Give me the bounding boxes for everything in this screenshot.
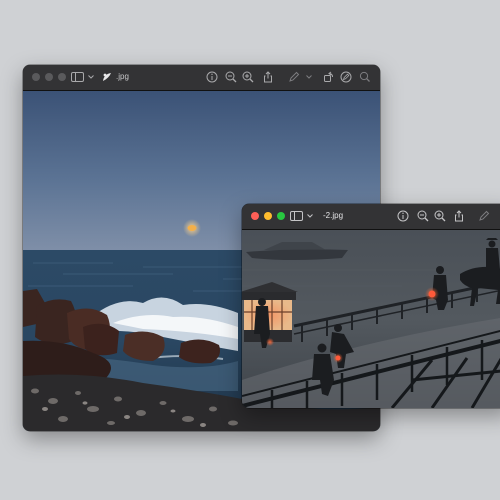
zoom-button[interactable] — [58, 73, 66, 81]
window-controls — [251, 212, 285, 220]
close-button[interactable] — [251, 212, 259, 220]
share-icon[interactable] — [453, 210, 465, 222]
rotate-icon[interactable] — [323, 71, 335, 83]
title-group: -2.jpg — [290, 210, 343, 222]
markup-icon[interactable] — [288, 71, 300, 83]
minimize-button[interactable] — [264, 212, 272, 220]
chevron-down-icon[interactable] — [306, 71, 312, 83]
minimize-button[interactable] — [45, 73, 53, 81]
file-thumbnail-icon — [102, 72, 112, 82]
share-icon[interactable] — [262, 71, 274, 83]
window-title: -2.jpg — [323, 211, 344, 220]
close-button[interactable] — [32, 73, 40, 81]
title-bar[interactable]: -2.jpg — [242, 204, 500, 230]
window-controls — [32, 73, 66, 81]
chevron-down-icon[interactable] — [88, 75, 94, 79]
title-bar[interactable]: .jpg — [23, 65, 380, 91]
markup-icon[interactable] — [478, 210, 490, 222]
sidebar-icon[interactable] — [290, 211, 303, 221]
annotate-icon[interactable] — [340, 71, 352, 83]
zoom-in-icon[interactable] — [242, 71, 254, 83]
window-title: .jpg — [116, 72, 129, 81]
title-group: .jpg — [71, 71, 129, 83]
zoom-out-icon[interactable] — [417, 210, 429, 222]
sidebar-icon[interactable] — [71, 72, 84, 82]
zoom-out-icon[interactable] — [225, 71, 237, 83]
print-night-bridge — [242, 230, 500, 408]
info-icon[interactable] — [206, 71, 218, 83]
info-icon[interactable] — [397, 210, 409, 222]
chevron-down-icon[interactable] — [307, 214, 313, 218]
zoom-in-icon[interactable] — [434, 210, 446, 222]
preview-window-front: -2.jpg — [242, 204, 500, 408]
search-icon[interactable] — [359, 71, 371, 83]
zoom-button[interactable] — [277, 212, 285, 220]
